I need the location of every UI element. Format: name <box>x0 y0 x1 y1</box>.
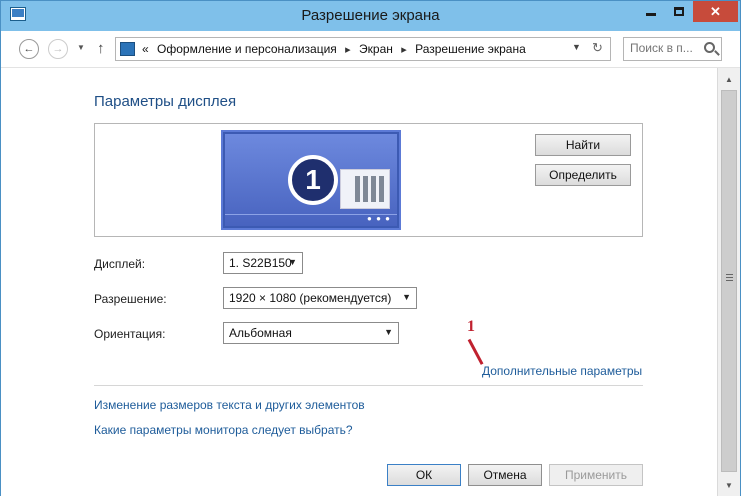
address-bar[interactable]: « Оформление и персонализация ▸ Экран ▸ … <box>115 37 611 61</box>
resolution-select[interactable]: 1920 × 1080 (рекомендуется) ▼ <box>223 287 417 309</box>
text-size-link[interactable]: Изменение размеров текста и других элеме… <box>94 398 365 412</box>
main-content: Параметры дисплея 1 ● ● ● Найти Определи… <box>1 68 717 464</box>
back-arrow-icon: ← <box>23 43 35 55</box>
maximize-icon <box>674 7 684 16</box>
display-select[interactable]: 1. S22B150 ▼ <box>223 252 303 274</box>
resolution-value: 1920 × 1080 (рекомендуется) <box>229 291 392 305</box>
up-button[interactable]: ↑ <box>97 40 105 57</box>
chevron-down-icon: ▼ <box>384 327 393 337</box>
up-arrow-icon: ↑ <box>97 40 105 57</box>
minimize-icon <box>646 13 656 16</box>
back-button[interactable]: ← <box>19 39 39 59</box>
maximize-button[interactable] <box>665 1 693 22</box>
monitor-number: 1 <box>288 155 338 205</box>
breadcrumb-separator[interactable]: ▸ <box>345 44 351 56</box>
orientation-value: Альбомная <box>229 326 292 340</box>
search-icon[interactable] <box>704 42 715 53</box>
title-bar[interactable]: Разрешение экрана ✕ <box>1 1 740 31</box>
apply-button[interactable]: Применить <box>549 464 643 486</box>
grip-icon <box>726 273 733 281</box>
scroll-up-icon[interactable]: ▲ <box>718 70 740 88</box>
navigation-bar: ← → ▼ ↑ « Оформление и персонализация ▸ … <box>1 31 740 68</box>
dots-icon: ● ● ● <box>367 214 391 223</box>
display-preview: 1 ● ● ● Найти Определить <box>94 123 643 237</box>
window-title: Разрешение экрана <box>301 7 440 24</box>
monitor-icon[interactable]: 1 ● ● ● <box>221 130 401 230</box>
window: Разрешение экрана ✕ ← → ▼ ↑ « Оформление… <box>0 0 741 496</box>
recent-pages-dropdown[interactable]: ▼ <box>77 43 85 52</box>
orientation-label: Ориентация: <box>94 327 166 341</box>
breadcrumb-appearance[interactable]: Оформление и персонализация <box>157 42 337 56</box>
cancel-button[interactable]: Отмена <box>468 464 542 486</box>
chevron-down-icon: ▼ <box>288 257 297 267</box>
divider <box>94 385 643 386</box>
annotation-number: 1 <box>467 318 475 335</box>
minimize-button[interactable] <box>637 1 665 22</box>
page-title: Параметры дисплея <box>94 93 237 110</box>
ok-button[interactable]: ОК <box>387 464 461 486</box>
control-panel-window-icon <box>340 169 390 209</box>
monitor-screen: 1 ● ● ● <box>225 134 397 226</box>
search-box[interactable] <box>623 37 722 61</box>
breadcrumb-resolution[interactable]: Разрешение экрана <box>415 42 526 56</box>
close-button[interactable]: ✕ <box>693 1 738 22</box>
chevron-down-icon: ▼ <box>402 292 411 302</box>
refresh-icon[interactable]: ↻ <box>592 40 603 56</box>
breadcrumb: « Оформление и персонализация ▸ Экран ▸ … <box>142 42 526 56</box>
monitor-help-link[interactable]: Какие параметры монитора следует выбрать… <box>94 423 353 437</box>
annotation-pointer <box>467 338 484 365</box>
close-icon: ✕ <box>710 3 721 19</box>
monitor-taskbar: ● ● ● <box>225 214 397 226</box>
search-input[interactable] <box>630 41 700 55</box>
address-dropdown-icon[interactable]: ▼ <box>572 42 581 52</box>
identify-button[interactable]: Определить <box>535 164 631 186</box>
breadcrumb-overflow[interactable]: « <box>142 42 149 56</box>
scroll-down-icon[interactable]: ▼ <box>718 476 740 494</box>
scrollbar-thumb[interactable] <box>721 90 737 472</box>
advanced-settings-link[interactable]: Дополнительные параметры <box>482 364 642 378</box>
display-label: Дисплей: <box>94 257 146 271</box>
vertical-scrollbar[interactable]: ▲ ▼ <box>717 68 740 496</box>
orientation-select[interactable]: Альбомная ▼ <box>223 322 399 344</box>
breadcrumb-display[interactable]: Экран <box>359 42 393 56</box>
find-button[interactable]: Найти <box>535 134 631 156</box>
forward-button[interactable]: → <box>48 39 68 59</box>
breadcrumb-separator[interactable]: ▸ <box>401 44 407 56</box>
resolution-label: Разрешение: <box>94 292 167 306</box>
forward-arrow-icon: → <box>52 43 64 55</box>
display-value: 1. S22B150 <box>229 256 292 270</box>
control-panel-icon <box>120 42 135 56</box>
